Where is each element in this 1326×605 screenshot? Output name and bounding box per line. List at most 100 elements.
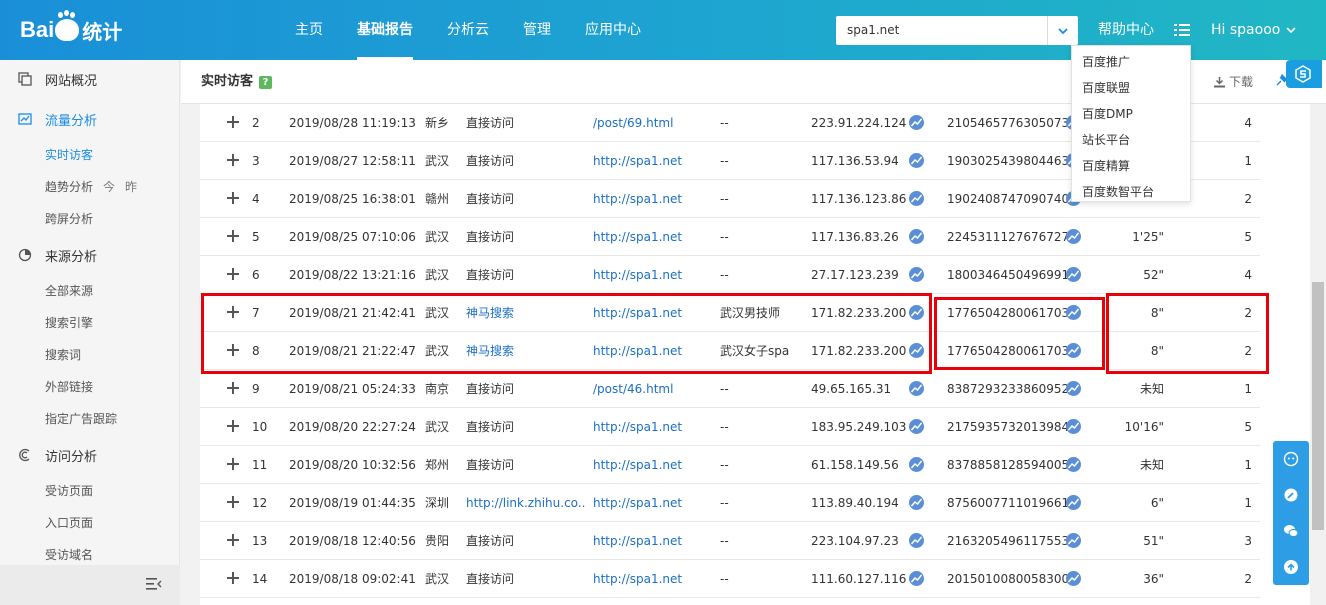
sidebar-item-external-links[interactable]: 外部链接 xyxy=(45,377,93,397)
sidebar-group-visit[interactable]: 访问分析 xyxy=(0,436,180,474)
today-link[interactable]: 今 xyxy=(103,180,115,194)
traffic-source[interactable]: http://link.zhihu.co... xyxy=(466,484,586,522)
sidebar-group-source[interactable]: 来源分析 xyxy=(0,236,180,274)
ip-trend-icon[interactable] xyxy=(909,115,924,130)
entry-page[interactable]: http://spa1.net xyxy=(593,142,708,180)
yesterday-link[interactable]: 昨 xyxy=(125,180,137,194)
visitor-trend-icon[interactable] xyxy=(1066,457,1081,472)
entry-page[interactable]: http://spa1.net xyxy=(593,446,708,484)
expand-row-icon[interactable] xyxy=(227,230,239,242)
user-menu[interactable]: Hi spaooo xyxy=(1211,0,1296,60)
baidu-tongji-logo[interactable]: Bai 统计 xyxy=(20,12,122,46)
visitor-trend-icon[interactable] xyxy=(1066,343,1081,358)
sidebar-item-search-engine[interactable]: 搜索引擎 xyxy=(45,313,93,333)
expand-row-icon[interactable] xyxy=(227,192,239,204)
ip-trend-icon[interactable] xyxy=(909,457,924,472)
visitor-city: 武汉 xyxy=(425,154,450,168)
entry-page[interactable]: http://spa1.net xyxy=(593,408,708,446)
list-menu-icon[interactable] xyxy=(1174,22,1190,38)
sidebar-item-cross-screen[interactable]: 跨屏分析 xyxy=(45,209,93,229)
entry-page[interactable]: http://spa1.net xyxy=(593,522,708,560)
help-question-icon[interactable]: ? xyxy=(259,75,273,89)
sidebar-item-entry-pages[interactable]: 入口页面 xyxy=(45,513,93,533)
sidebar-item-realtime[interactable]: 实时访客 xyxy=(45,145,93,165)
entry-page[interactable]: http://spa1.net xyxy=(593,484,708,522)
wechat-button[interactable] xyxy=(1273,513,1309,549)
feedback-button[interactable] xyxy=(1273,477,1309,513)
expand-row-icon[interactable] xyxy=(227,572,239,584)
expand-row-icon[interactable] xyxy=(227,420,239,432)
visitor-trend-icon[interactable] xyxy=(1066,495,1081,510)
dropdown-item[interactable]: 百度推广 xyxy=(1072,49,1190,75)
sidebar-item-all-sources[interactable]: 全部来源 xyxy=(45,281,93,301)
entry-page[interactable]: http://spa1.net xyxy=(593,256,708,294)
expand-row-icon[interactable] xyxy=(227,458,239,470)
visitor-trend-icon[interactable] xyxy=(1066,381,1081,396)
dropdown-item[interactable]: 百度数智平台 xyxy=(1072,179,1190,205)
entry-page[interactable]: /post/46.html xyxy=(593,370,708,408)
visitor-ip: 111.60.127.116 xyxy=(811,572,906,586)
sidebar-item-visited-domains[interactable]: 受访域名 xyxy=(45,545,93,565)
sidebar-item-ad-tracking[interactable]: 指定广告跟踪 xyxy=(45,409,117,429)
collapse-sidebar-icon[interactable] xyxy=(146,577,162,591)
entry-page[interactable]: /post/69.html xyxy=(593,104,708,142)
nav-item-3[interactable]: 管理 xyxy=(506,0,568,60)
chevron-down-icon[interactable] xyxy=(1047,16,1078,45)
visitor-trend-icon[interactable] xyxy=(1066,267,1081,282)
sidebar-item-trend[interactable]: 趋势分析今昨 xyxy=(45,177,137,197)
ip-trend-icon[interactable] xyxy=(909,191,924,206)
floating-tool-button[interactable] xyxy=(1286,60,1322,88)
expand-row-icon[interactable] xyxy=(227,382,239,394)
expand-row-icon[interactable] xyxy=(227,116,239,128)
entry-page[interactable]: http://spa1.net xyxy=(593,294,708,332)
download-button[interactable]: 下载 xyxy=(1214,60,1253,104)
ip-trend-icon[interactable] xyxy=(909,571,924,586)
ip-trend-icon[interactable] xyxy=(909,305,924,320)
traffic-source[interactable]: 神马搜索 xyxy=(466,294,586,332)
nav-item-1[interactable]: 基础报告 xyxy=(340,0,430,60)
entry-page[interactable]: http://spa1.net xyxy=(593,560,708,598)
ip-trend-icon[interactable] xyxy=(909,153,924,168)
sidebar-item-visited-pages[interactable]: 受访页面 xyxy=(45,481,93,501)
visitor-trend-icon[interactable] xyxy=(1066,571,1081,586)
expand-row-icon[interactable] xyxy=(227,306,239,318)
ip-trend-icon[interactable] xyxy=(909,343,924,358)
ip-trend-icon[interactable] xyxy=(909,381,924,396)
row-number: 12 xyxy=(252,496,268,510)
dropdown-item[interactable]: 百度联盟 xyxy=(1072,75,1190,101)
dropdown-item[interactable]: 百度DMP xyxy=(1072,101,1190,127)
expand-row-icon[interactable] xyxy=(227,268,239,280)
ip-trend-icon[interactable] xyxy=(909,229,924,244)
nav-item-0[interactable]: 主页 xyxy=(278,0,340,60)
visitor-trend-icon[interactable] xyxy=(1066,229,1081,244)
expand-row-icon[interactable] xyxy=(227,154,239,166)
traffic-source[interactable]: 神马搜索 xyxy=(466,332,586,370)
visitor-trend-icon[interactable] xyxy=(1066,305,1081,320)
scrollbar-thumb[interactable] xyxy=(1312,282,1324,530)
sidebar-item-search-words[interactable]: 搜索词 xyxy=(45,345,81,365)
visitor-id: 1800346450496991... xyxy=(947,268,1067,282)
visitor-trend-icon[interactable] xyxy=(1066,419,1081,434)
expand-row-icon[interactable] xyxy=(227,344,239,356)
site-select[interactable]: spa1.net xyxy=(836,16,1078,45)
back-to-top-button[interactable] xyxy=(1273,549,1309,585)
scrollbar[interactable] xyxy=(1310,104,1326,605)
dropdown-item[interactable]: 百度精算 xyxy=(1072,153,1190,179)
sidebar-group-traffic[interactable]: 流量分析 xyxy=(0,100,180,138)
entry-page[interactable]: http://spa1.net xyxy=(593,218,708,256)
ip-trend-icon[interactable] xyxy=(909,267,924,282)
visitor-trend-icon[interactable] xyxy=(1066,533,1081,548)
expand-row-icon[interactable] xyxy=(227,496,239,508)
expand-row-icon[interactable] xyxy=(227,534,239,546)
visit-time: 2019/08/22 13:21:16 xyxy=(289,268,416,282)
nav-item-4[interactable]: 应用中心 xyxy=(568,0,658,60)
ip-trend-icon[interactable] xyxy=(909,419,924,434)
nav-item-2[interactable]: 分析云 xyxy=(430,0,506,60)
sidebar-group-overview[interactable]: 网站概况 xyxy=(0,60,180,98)
chatbot-button[interactable] xyxy=(1273,441,1309,477)
ip-trend-icon[interactable] xyxy=(909,533,924,548)
ip-trend-icon[interactable] xyxy=(909,495,924,510)
entry-page[interactable]: http://spa1.net xyxy=(593,180,708,218)
entry-page[interactable]: http://spa1.net xyxy=(593,332,708,370)
dropdown-item[interactable]: 站长平台 xyxy=(1072,127,1190,153)
